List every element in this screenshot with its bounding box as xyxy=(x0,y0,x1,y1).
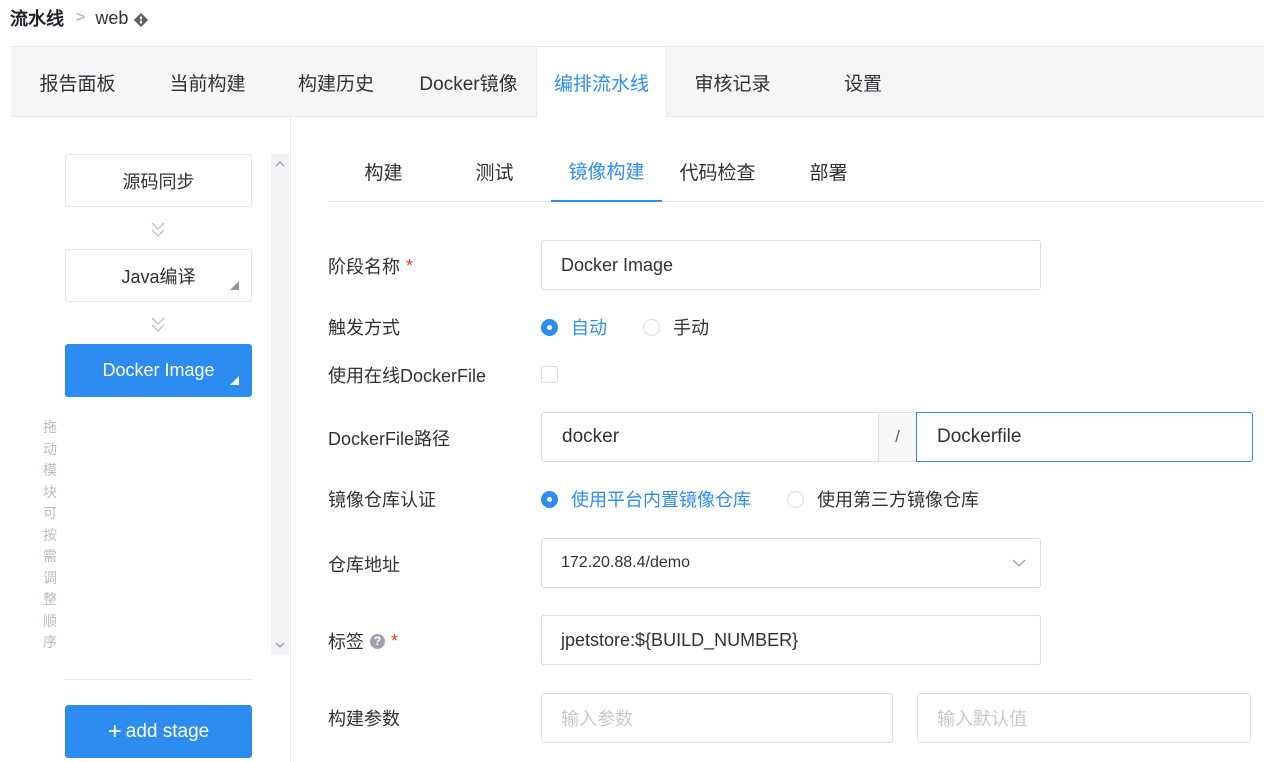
tab-report-panel[interactable]: 报告面板 xyxy=(11,47,144,117)
tab-audit-records[interactable]: 审核记录 xyxy=(667,47,798,117)
dockerfile-path-label: DockerFile路径 xyxy=(328,429,451,449)
subtab-test[interactable]: 测试 xyxy=(439,141,550,201)
scroll-up-icon[interactable] xyxy=(271,154,289,172)
tag-label: 标签? * xyxy=(328,628,398,654)
stage-card-docker-image[interactable]: Docker Image xyxy=(65,344,252,397)
build-arg-name-input[interactable]: 输入参数 xyxy=(541,693,893,743)
path-separator: / xyxy=(879,412,916,462)
registry-address-select[interactable]: 172.20.88.4/demo xyxy=(541,538,1041,588)
label-text: 标签 xyxy=(328,632,364,652)
subtab-build[interactable]: 构建 xyxy=(328,141,439,201)
breadcrumb-root[interactable]: 流水线 xyxy=(10,5,64,31)
radio-label: 使用平台内置镜像仓库 xyxy=(571,490,751,510)
tab-build-history[interactable]: 构建历史 xyxy=(271,47,401,117)
chevron-down-icon xyxy=(151,222,165,238)
add-stage-button[interactable]: + add stage xyxy=(65,705,252,758)
radio-label: 手动 xyxy=(673,318,709,338)
stage-card-source-sync[interactable]: 源码同步 xyxy=(65,154,252,207)
git-branch-icon xyxy=(134,11,149,28)
online-dockerfile-checkbox[interactable] xyxy=(541,366,558,383)
subtab-code-check[interactable]: 代码检查 xyxy=(662,141,773,201)
registry-auth-label: 镜像仓库认证 xyxy=(328,490,436,510)
dockerfile-name-input[interactable]: Dockerfile xyxy=(916,412,1253,462)
stage-card-java-compile[interactable]: Java编译 xyxy=(65,249,252,302)
stage-name-label: 阶段名称 * xyxy=(328,253,413,279)
dockerfile-path-group: docker / Dockerfile xyxy=(541,412,1253,462)
build-arg-default-input[interactable]: 输入默认值 xyxy=(917,693,1251,743)
trigger-auto-radio[interactable]: 自动 xyxy=(541,314,607,340)
tab-settings[interactable]: 设置 xyxy=(798,47,928,117)
drag-hint: 拖动模块可按需调整顺序 xyxy=(43,419,57,650)
registry-auth-radio-group: 使用平台内置镜像仓库 使用第三方镜像仓库 xyxy=(541,486,979,512)
breadcrumb-current: web xyxy=(95,7,129,28)
subtab-image-build[interactable]: 镜像构建 xyxy=(551,141,662,202)
trigger-label: 触发方式 xyxy=(328,318,400,338)
select-value: 172.20.88.4/demo xyxy=(561,554,690,571)
third-party-registry-radio[interactable]: 使用第三方镜像仓库 xyxy=(787,486,979,512)
stage-name-input[interactable]: Docker Image xyxy=(541,240,1041,290)
radio-label: 自动 xyxy=(571,318,607,338)
stage-panel: 拖动模块可按需调整顺序 源码同步 Java编译 Docker Image + a… xyxy=(11,117,291,762)
radio-label: 使用第三方镜像仓库 xyxy=(817,490,979,510)
chevron-down-icon xyxy=(151,317,165,333)
scroll-down-icon[interactable] xyxy=(271,636,289,654)
divider xyxy=(65,679,252,680)
stage-scrollbar[interactable] xyxy=(271,154,289,654)
radio-unchecked-icon xyxy=(643,318,660,336)
builtin-registry-radio[interactable]: 使用平台内置镜像仓库 xyxy=(541,486,751,512)
stage-label: Java编译 xyxy=(121,266,196,287)
sub-tab-bar: 构建 测试 镜像构建 代码检查 部署 xyxy=(328,141,1264,202)
registry-address-label: 仓库地址 xyxy=(328,555,400,575)
corner-triangle-icon xyxy=(230,376,239,385)
required-mark: * xyxy=(406,255,414,276)
plus-icon: + xyxy=(107,717,122,745)
label-text: 阶段名称 xyxy=(328,257,400,277)
chevron-down-icon xyxy=(1012,559,1026,567)
build-args-label: 构建参数 xyxy=(328,709,400,729)
online-dockerfile-label: 使用在线DockerFile xyxy=(328,366,487,386)
breadcrumb: 流水线 > web xyxy=(10,5,149,31)
stage-label: 源码同步 xyxy=(122,171,195,192)
help-icon[interactable]: ? xyxy=(370,633,385,649)
stage-label: Docker Image xyxy=(102,360,215,380)
radio-checked-icon xyxy=(541,490,558,508)
breadcrumb-separator: > xyxy=(76,9,86,26)
tab-orchestrate-pipeline[interactable]: 编排流水线 xyxy=(536,47,667,118)
corner-triangle-icon xyxy=(230,281,239,290)
tag-input[interactable]: jpetstore:${BUILD_NUMBER} xyxy=(541,615,1041,665)
trigger-radio-group: 自动 手动 xyxy=(541,314,709,340)
add-stage-label: add stage xyxy=(125,720,210,742)
top-tab-bar: 报告面板 当前构建 构建历史 Docker镜像 编排流水线 审核记录 设置 xyxy=(11,46,1264,118)
tab-current-build[interactable]: 当前构建 xyxy=(144,47,271,117)
tab-docker-image[interactable]: Docker镜像 xyxy=(401,47,536,117)
dockerfile-dir-input[interactable]: docker xyxy=(541,412,879,462)
radio-checked-icon xyxy=(541,318,558,336)
radio-unchecked-icon xyxy=(787,490,804,508)
subtab-deploy[interactable]: 部署 xyxy=(773,141,884,201)
required-mark: * xyxy=(391,630,399,651)
trigger-manual-radio[interactable]: 手动 xyxy=(643,314,709,340)
